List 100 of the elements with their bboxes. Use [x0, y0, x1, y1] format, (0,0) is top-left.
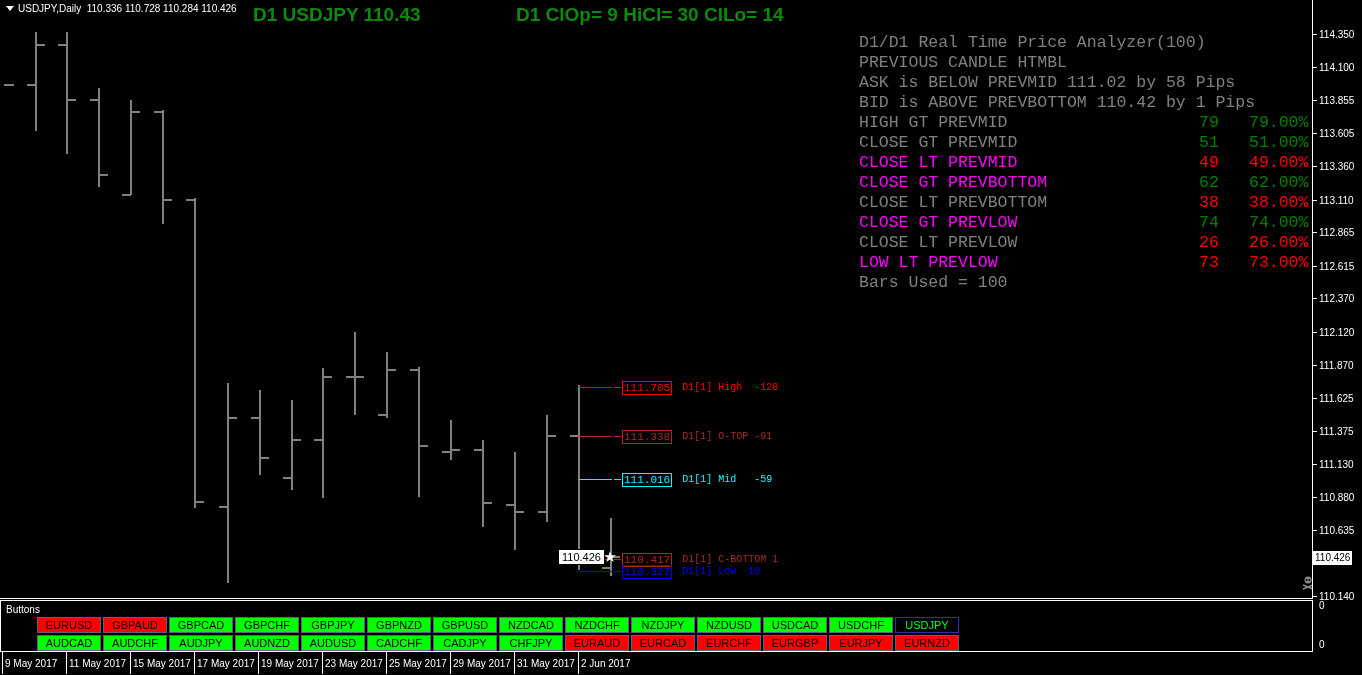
analyzer-count: 49 — [1199, 153, 1220, 173]
axis-label: 113.360 — [1319, 160, 1355, 172]
analyzer-text: BID is ABOVE PREVBOTTOM 110.42 by 1 Pips — [859, 93, 1257, 113]
symbol-button[interactable]: NZDUSD — [697, 617, 761, 633]
symbol-button[interactable]: GBPUSD — [433, 617, 497, 633]
price-label: 111.016 — [622, 472, 673, 487]
symbol-button[interactable]: EURCAD — [631, 635, 695, 651]
axis-label: 110.880 — [1319, 491, 1355, 503]
price-label: 110.327 — [622, 564, 673, 579]
analyzer-label: CLOSE GT PREVBOTTOM — [859, 173, 1049, 193]
level-label: D1[1] O-TOP -91 — [682, 431, 773, 442]
symbol-button[interactable]: AUDCAD — [37, 635, 101, 651]
symbol-button[interactable]: GBPJPY — [301, 617, 365, 633]
analyzer-count: 26 — [1199, 233, 1220, 253]
symbol-button[interactable]: CHFJPY — [499, 635, 563, 651]
analyzer-label: CLOSE GT PREVMID — [859, 133, 1019, 153]
skull-icon — [1302, 576, 1312, 590]
analyzer-text: PREVIOUS CANDLE HTMBL — [859, 53, 1068, 73]
symbol-button[interactable]: GBPNZD — [367, 617, 431, 633]
analyzer-text: Bars Used = 100 — [859, 273, 1009, 293]
axis-label: 114.350 — [1319, 28, 1355, 40]
analyzer-count: 51 — [1199, 133, 1220, 153]
analyzer-label: HIGH GT PREVMID — [859, 113, 1009, 133]
axis-label: 112.120 — [1319, 326, 1355, 338]
date-label: 25 May 2017 — [389, 658, 447, 669]
analyzer-percent: 79.00% — [1249, 113, 1309, 133]
date-label: 15 May 2017 — [133, 658, 191, 669]
symbol-button[interactable]: GBPAUD — [103, 617, 167, 633]
date-label: 9 May 2017 — [5, 658, 58, 669]
symbol-button[interactable]: EURNZD — [895, 635, 959, 651]
date-label: 19 May 2017 — [261, 658, 319, 669]
symbol-button[interactable]: EURGBP — [763, 635, 827, 651]
symbol-button[interactable]: USDJPY — [895, 617, 959, 633]
chart-headline: D1 ClOp= 9 HiCl= 30 ClLo= 14 — [516, 4, 784, 26]
price-label: 111.338 — [622, 429, 673, 444]
symbol-button[interactable]: USDCAD — [763, 617, 827, 633]
axis-label: 110.140 — [1319, 590, 1355, 602]
axis-label: 113.855 — [1319, 94, 1355, 106]
analyzer-percent: 49.00% — [1249, 153, 1309, 173]
star-icon — [604, 551, 616, 563]
axis-label: 0 — [1319, 600, 1325, 611]
symbol-button[interactable]: AUDUSD — [301, 635, 365, 651]
level-label: D1[1] High -128 — [682, 382, 779, 393]
price-level-line — [578, 479, 622, 480]
axis-label: 0 — [1319, 639, 1325, 650]
date-label: 31 May 2017 — [517, 658, 575, 669]
axis-label: 112.865 — [1319, 226, 1355, 238]
analyzer-percent: 51.00% — [1249, 133, 1309, 153]
level-label: D1[1] Mid -59 — [682, 474, 773, 485]
analyzer-count: 38 — [1199, 193, 1220, 213]
axis-label: 111.625 — [1319, 392, 1354, 404]
symbol-button[interactable]: NZDJPY — [631, 617, 695, 633]
symbol-button[interactable]: AUDJPY — [169, 635, 233, 651]
date-label: 2 Jun 2017 — [581, 658, 631, 669]
date-label: 11 May 2017 — [69, 658, 127, 669]
price-level-line — [578, 387, 622, 388]
analyzer-percent: 62.00% — [1249, 173, 1309, 193]
analyzer-percent: 74.00% — [1249, 213, 1309, 233]
analyzer-percent: 38.00% — [1249, 193, 1309, 213]
symbol-info: USDJPY,Daily 110.336 110.728 110.284 110.426 — [18, 3, 237, 14]
analyzer-text: D1/D1 Real Time Price Analyzer(100) — [859, 33, 1207, 53]
analyzer-count: 79 — [1199, 113, 1220, 133]
axis-label: 114.100 — [1319, 61, 1355, 73]
symbol-button[interactable]: EURCHF — [697, 635, 761, 651]
chart-headline: D1 USDJPY 110.43 — [253, 4, 421, 26]
symbol-button[interactable]: AUDCHF — [103, 635, 167, 651]
symbol-button[interactable]: EURAUD — [565, 635, 629, 651]
analyzer-label: LOW LT PREVLOW — [859, 253, 999, 273]
symbol-button[interactable]: NZDCHF — [565, 617, 629, 633]
symbol-button[interactable]: CADJPY — [433, 635, 497, 651]
axis-label: 111.130 — [1319, 458, 1354, 470]
symbol-button[interactable]: CADCHF — [367, 635, 431, 651]
analyzer-count: 62 — [1199, 173, 1220, 193]
price-label: 110.417 — [622, 552, 673, 567]
analyzer-count: 74 — [1199, 213, 1220, 233]
current-price-label: 110.426 — [1313, 551, 1353, 565]
symbol-button[interactable]: EURJPY — [829, 635, 893, 651]
analyzer-label: CLOSE GT PREVLOW — [859, 213, 1019, 233]
analyzer-label: CLOSE LT PREVLOW — [859, 233, 1019, 253]
dropdown-icon[interactable] — [6, 5, 14, 12]
symbol-button[interactable]: GBPCHF — [235, 617, 299, 633]
analyzer-label: CLOSE LT PREVMID — [859, 153, 1019, 173]
price-level-line — [578, 436, 622, 437]
symbol-button[interactable]: AUDNZD — [235, 635, 299, 651]
axis-label: 112.615 — [1319, 260, 1355, 272]
axis-label: 111.375 — [1319, 425, 1354, 437]
level-label: D1[1] Low 10 — [682, 566, 761, 577]
bid-price-label: 110.426 — [559, 550, 604, 564]
analyzer-text: ASK is BELOW PREVMID 111.02 by 58 Pips — [859, 73, 1237, 93]
analyzer-percent: 26.00% — [1249, 233, 1309, 253]
date-label: 23 May 2017 — [325, 658, 383, 669]
price-label: 111.705 — [622, 380, 673, 395]
symbol-button[interactable]: NZDCAD — [499, 617, 563, 633]
level-label: D1[1] C-BOTTOM 1 — [682, 554, 779, 565]
axis-label: 113.110 — [1319, 194, 1354, 206]
symbol-button[interactable]: USDCHF — [829, 617, 893, 633]
symbol-button[interactable]: GBPCAD — [169, 617, 233, 633]
price-level-line — [578, 571, 622, 572]
symbol-button[interactable]: EURUSD — [37, 617, 101, 633]
axis-label: 111.870 — [1319, 359, 1354, 371]
